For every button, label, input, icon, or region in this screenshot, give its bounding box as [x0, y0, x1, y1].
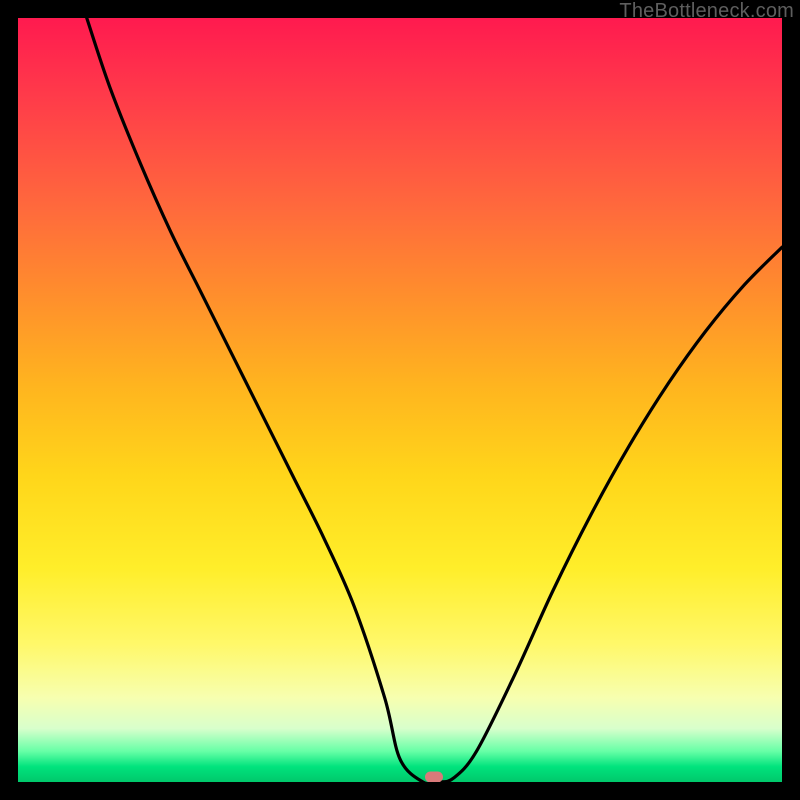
bottleneck-curve: [18, 18, 782, 782]
optimal-point-marker: [425, 771, 443, 782]
chart-frame: TheBottleneck.com: [0, 0, 800, 800]
watermark-text: TheBottleneck.com: [619, 0, 794, 23]
plot-area: [18, 18, 782, 782]
